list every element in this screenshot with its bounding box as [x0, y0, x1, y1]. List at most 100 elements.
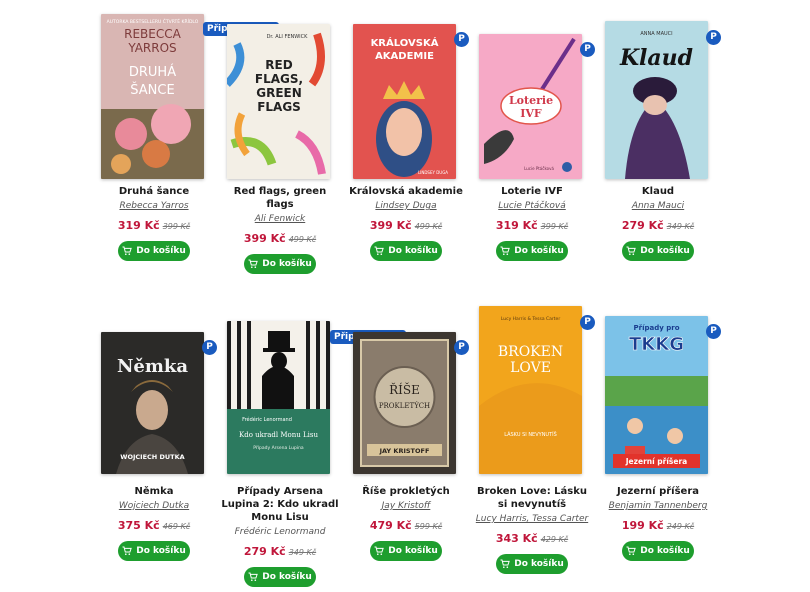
svg-text:AKADEMIE: AKADEMIE: [375, 51, 434, 62]
preorder-badge: P: [454, 340, 469, 355]
price-box: 319 Kč 399 Kč: [469, 218, 595, 234]
book-cover[interactable]: AUTORKA BESTSELLERU ČTVRTÉ KŘÍDLO REBECC…: [101, 14, 204, 179]
old-price: 599 Kč: [414, 522, 443, 531]
svg-text:Případy Arsena Lupina: Případy Arsena Lupina: [253, 444, 304, 451]
product-card[interactable]: Frédéric Lenormand Kdo ukradl Monu Lisu …: [217, 300, 407, 587]
svg-text:Klaud: Klaud: [619, 45, 693, 71]
svg-text:LÁSKU SI NEVYNUTÍŠ: LÁSKU SI NEVYNUTÍŠ: [504, 431, 557, 438]
current-price: 399 Kč: [243, 232, 286, 245]
preorder-badge: P: [580, 42, 595, 57]
cart-icon: [248, 572, 259, 581]
price-box: 399 Kč 499 Kč: [343, 218, 469, 234]
product-title[interactable]: Královská akademie: [343, 185, 469, 198]
svg-text:Dr. ALI FENWICK: Dr. ALI FENWICK: [267, 34, 309, 40]
product-card[interactable]: ANNA MAUCI Klaud P Klaud Anna Mauci 279 …: [595, 0, 721, 261]
book-cover[interactable]: Frédéric Lenormand Kdo ukradl Monu Lisu …: [227, 321, 330, 474]
add-to-cart-button[interactable]: Do košíku: [496, 241, 568, 261]
svg-text:YARROS: YARROS: [127, 41, 176, 55]
product-author[interactable]: Wojciech Dutka: [91, 500, 217, 513]
price-box: 375 Kč 469 Kč: [91, 518, 217, 534]
product-author[interactable]: Rebecca Yarros: [91, 200, 217, 213]
product-title[interactable]: Red flags, green flags: [217, 185, 343, 211]
old-price: 469 Kč: [162, 522, 191, 531]
preorder-badge: P: [454, 32, 469, 47]
product-author[interactable]: Jay Kristoff: [343, 500, 469, 513]
product-title[interactable]: Klaud: [595, 185, 721, 198]
product-card[interactable]: ŘÍŠE PROKLETÝCH JAY KRISTOFF P Říše prok…: [343, 300, 469, 561]
add-to-cart-button[interactable]: Do košíku: [118, 241, 190, 261]
product-author[interactable]: Ali Fenwick: [217, 213, 343, 226]
product-card[interactable]: AUTORKA BESTSELLERU ČTVRTÉ KŘÍDLO REBECC…: [91, 0, 217, 261]
cart-icon: [626, 546, 637, 555]
svg-text:DRUHÁ: DRUHÁ: [129, 64, 176, 80]
book-cover[interactable]: KRÁLOVSKÁ AKADEMIE LINDSEY DUGA: [353, 24, 456, 179]
current-price: 279 Kč: [243, 545, 286, 558]
add-to-cart-button[interactable]: Do košíku: [496, 554, 568, 574]
current-price: 319 Kč: [117, 219, 160, 232]
product-title[interactable]: Jezerní příšera: [595, 485, 721, 498]
svg-text:LINDSEY DUGA: LINDSEY DUGA: [418, 170, 448, 175]
product-title[interactable]: Loterie IVF: [469, 185, 595, 198]
svg-text:BROKEN: BROKEN: [498, 344, 563, 360]
product-title[interactable]: Němka: [91, 485, 217, 498]
product-author[interactable]: Anna Mauci: [595, 200, 721, 213]
svg-text:GREEN: GREEN: [256, 86, 302, 100]
price-box: 279 Kč 349 Kč: [595, 218, 721, 234]
product-card[interactable]: KRÁLOVSKÁ AKADEMIE LINDSEY DUGA P Králov…: [343, 0, 469, 261]
product-card[interactable]: Připravujeme Dr. ALI FENWICK RED FLAGS, …: [203, 0, 343, 274]
current-price: 279 Kč: [621, 219, 664, 232]
add-to-cart-button[interactable]: Do košíku: [370, 541, 442, 561]
book-cover[interactable]: Lucy Harris & Tessa Carter BROKEN LOVE L…: [479, 306, 582, 474]
add-to-cart-button[interactable]: Do košíku: [244, 254, 316, 274]
product-card[interactable]: Lucy Harris & Tessa Carter BROKEN LOVE L…: [469, 300, 595, 574]
product-title[interactable]: Říše prokletých: [343, 485, 469, 498]
preorder-badge: P: [706, 324, 721, 339]
book-cover[interactable]: ANNA MAUCI Klaud: [605, 21, 708, 179]
svg-text:LOVE: LOVE: [510, 360, 551, 376]
add-to-cart-button[interactable]: Do košíku: [370, 241, 442, 261]
product-card[interactable]: Loterie IVF Lucie Ptáčková P Loterie IVF…: [469, 0, 595, 261]
old-price: 499 Kč: [414, 222, 443, 231]
add-to-cart-label: Do košíku: [136, 246, 186, 256]
product-title[interactable]: Případy Arsena Lupina 2: Kdo ukradl Monu…: [217, 485, 343, 524]
svg-text:ŠANCE: ŠANCE: [130, 82, 174, 98]
product-author[interactable]: Lucie Ptáčková: [469, 200, 595, 213]
book-cover[interactable]: Němka WOJCIECH DUTKA: [101, 332, 204, 474]
product-author[interactable]: Benjamin Tannenberg: [595, 500, 721, 513]
add-to-cart-button[interactable]: Do košíku: [118, 541, 190, 561]
product-author[interactable]: Lucy Harris, Tessa Carter: [469, 513, 595, 526]
old-price: 349 Kč: [288, 548, 317, 557]
add-to-cart-label: Do košíku: [136, 546, 186, 556]
book-cover[interactable]: ŘÍŠE PROKLETÝCH JAY KRISTOFF: [353, 332, 456, 474]
product-title[interactable]: Broken Love: Lásku si nevynutíš: [469, 485, 595, 511]
svg-text:Lucie Ptáčková: Lucie Ptáčková: [524, 166, 554, 171]
add-to-cart-label: Do košíku: [388, 246, 438, 256]
product-card[interactable]: Němka WOJCIECH DUTKA P Němka Wojciech Du…: [91, 300, 217, 561]
current-price: 199 Kč: [621, 519, 664, 532]
svg-text:Frédéric Lenormand: Frédéric Lenormand: [242, 416, 292, 423]
product-author: Frédéric Lenormand: [234, 527, 326, 537]
svg-text:TKKG: TKKG: [629, 334, 684, 355]
book-cover[interactable]: Dr. ALI FENWICK RED FLAGS, GREEN FLAGS: [227, 24, 330, 179]
cart-icon: [500, 559, 511, 568]
add-to-cart-button[interactable]: Do košíku: [244, 567, 316, 587]
product-card[interactable]: Případy pro TKKG Jezerní příšera P Jezer…: [595, 300, 721, 561]
product-author[interactable]: Lindsey Duga: [343, 200, 469, 213]
current-price: 319 Kč: [495, 219, 538, 232]
add-to-cart-button[interactable]: Do košíku: [622, 541, 694, 561]
product-title[interactable]: Druhá šance: [91, 185, 217, 198]
svg-text:PROKLETÝCH: PROKLETÝCH: [379, 401, 430, 410]
svg-text:Němka: Němka: [117, 356, 188, 377]
preorder-badge: P: [580, 315, 595, 330]
cart-icon: [374, 546, 385, 555]
svg-text:Jezerní příšera: Jezerní příšera: [625, 457, 688, 466]
old-price: 399 Kč: [540, 222, 569, 231]
add-to-cart-button[interactable]: Do košíku: [622, 241, 694, 261]
book-cover[interactable]: Případy pro TKKG Jezerní příšera: [605, 316, 708, 474]
preorder-badge: P: [706, 30, 721, 45]
old-price: 399 Kč: [162, 222, 191, 231]
add-to-cart-label: Do košíku: [640, 546, 690, 556]
book-cover[interactable]: Loterie IVF Lucie Ptáčková: [479, 34, 582, 179]
product-grid: AUTORKA BESTSELLERU ČTVRTÉ KŘÍDLO REBECC…: [0, 0, 810, 592]
old-price: 349 Kč: [666, 222, 695, 231]
